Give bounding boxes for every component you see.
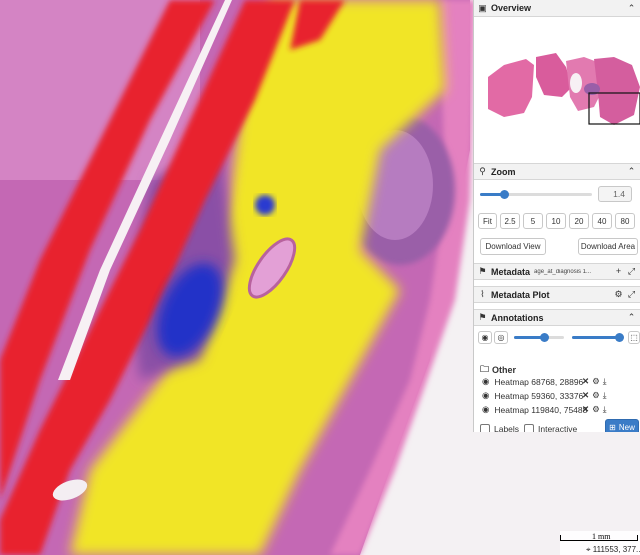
opacity-slider-1[interactable] bbox=[514, 333, 564, 342]
annotation-label: Heatmap 68768, 28896 bbox=[494, 376, 584, 387]
annotation-label: Heatmap 119840, 75488 bbox=[494, 404, 588, 415]
opacity-slider-2[interactable] bbox=[572, 333, 624, 342]
annotation-item[interactable]: ◉ Heatmap 68768, 28896 ✕ ⚙ ⤓ bbox=[482, 376, 607, 387]
interactive-checkbox[interactable] bbox=[524, 424, 534, 432]
side-panel: ▣ Overview ⌃ ⚲ Zoom ⌃ 1.4 Fit 2.5 5 10 20 40 8… bbox=[473, 0, 640, 432]
expand-icon[interactable]: ⤢ bbox=[627, 290, 636, 299]
download-icon[interactable]: ⤓ bbox=[603, 390, 607, 401]
metadata-header[interactable]: ⚑ Metadata age_at_diagnosis 1... + ⤢ bbox=[474, 263, 640, 280]
annotation-item[interactable]: ◉ Heatmap 119840, 75488 ✕ ⚙ ⤓ bbox=[482, 404, 607, 415]
scale-bar: 1 mm ⌖ 111553, 377... bbox=[560, 531, 640, 555]
metadata-plot-header[interactable]: ⌇ Metadata Plot ⚙ ⤢ bbox=[474, 286, 640, 303]
zoom-preset-button[interactable]: Fit bbox=[478, 213, 497, 229]
zoom-slider-handle[interactable] bbox=[500, 190, 510, 199]
zoom-slider[interactable] bbox=[480, 190, 592, 199]
overview-header[interactable]: ▣ Overview ⌃ bbox=[474, 0, 640, 17]
eye-icon[interactable]: ◉ bbox=[482, 390, 489, 401]
annotation-label: Heatmap 59360, 33376 bbox=[494, 390, 584, 401]
labels-checkbox[interactable] bbox=[480, 424, 490, 432]
gear-icon[interactable]: ⚙ bbox=[614, 290, 623, 299]
overview-title: Overview bbox=[491, 3, 532, 13]
annotations-body: ◉ ◎ ⬚ 🗀 Other ◉ Heatmap 68768, 28896 ✕ ⚙ ⤓ ◉ H… bbox=[474, 326, 640, 432]
caret-up-icon[interactable]: ⌃ bbox=[627, 167, 636, 176]
eye-toggle-button[interactable]: ◉ bbox=[478, 331, 492, 344]
download-area-button[interactable]: Download Area bbox=[578, 238, 638, 255]
annotation-group-name: Other bbox=[492, 365, 517, 375]
gear-icon[interactable]: ⚙ bbox=[592, 404, 600, 415]
coords-text: 111553, 377... bbox=[592, 545, 640, 554]
interactive-checkbox-label: Interactive bbox=[538, 424, 578, 432]
zoom-header[interactable]: ⚲ Zoom ⌃ bbox=[474, 163, 640, 180]
new-button-label: New bbox=[618, 423, 635, 432]
coordinates-readout: ⌖ 111553, 377... bbox=[586, 545, 640, 555]
gear-icon[interactable]: ⚙ bbox=[592, 390, 600, 401]
gear-icon[interactable]: ⚙ bbox=[592, 376, 600, 387]
search-icon: ⚲ bbox=[479, 166, 486, 176]
eye-icon: ◉ bbox=[481, 333, 489, 342]
eye-icon[interactable]: ◉ bbox=[482, 376, 489, 387]
expand-icon[interactable]: ⤢ bbox=[627, 267, 636, 276]
caret-up-icon[interactable]: ⌃ bbox=[627, 313, 636, 322]
download-view-button[interactable]: Download View bbox=[480, 238, 546, 255]
metadata-plot-title: Metadata Plot bbox=[491, 289, 550, 300]
pin-icon: ⌖ bbox=[586, 545, 591, 554]
caret-up-icon[interactable]: ⌃ bbox=[627, 3, 636, 13]
opacity-slider-2-handle[interactable] bbox=[615, 333, 624, 342]
zoom-preset-button[interactable]: 20 bbox=[569, 213, 589, 229]
eye-slash-toggle-button[interactable]: ◎ bbox=[494, 331, 508, 344]
close-icon[interactable]: ✕ bbox=[582, 376, 589, 387]
metadata-field-select[interactable]: age_at_diagnosis 1... bbox=[534, 269, 591, 275]
chart-icon: ⌇ bbox=[480, 289, 485, 299]
download-icon[interactable]: ⤓ bbox=[603, 376, 607, 387]
select-region-button[interactable]: ⬚ bbox=[628, 331, 640, 344]
zoom-title: Zoom bbox=[491, 166, 516, 177]
zoom-preset-button[interactable]: 5 bbox=[523, 213, 543, 229]
download-icon[interactable]: ⤓ bbox=[603, 404, 607, 415]
zoom-preset-button[interactable]: 10 bbox=[546, 213, 566, 229]
metadata-title: Metadata bbox=[491, 266, 531, 277]
zoom-preset-button[interactable]: 2.5 bbox=[500, 213, 520, 229]
new-annotation-button[interactable]: ⊞ New bbox=[605, 419, 639, 432]
overview-image bbox=[488, 53, 640, 125]
tag-icon: ⚑ bbox=[478, 266, 487, 276]
tag-icon: ⚑ bbox=[478, 312, 487, 322]
opacity-slider-1-handle[interactable] bbox=[539, 333, 549, 342]
interactive-option[interactable]: Interactive bbox=[524, 424, 577, 432]
annotations-title: Annotations bbox=[491, 312, 544, 323]
close-icon[interactable]: ✕ bbox=[582, 390, 589, 401]
zoom-value-input[interactable]: 1.4 bbox=[598, 186, 632, 202]
image-icon: ▣ bbox=[478, 2, 487, 13]
labels-option[interactable]: Labels bbox=[480, 424, 519, 432]
opacity-slider-2-fill bbox=[572, 336, 620, 339]
scale-label: 1 mm bbox=[592, 532, 611, 541]
eye-icon: ◎ bbox=[497, 333, 505, 342]
zoom-preset-button[interactable]: 40 bbox=[592, 213, 612, 229]
plus-icon[interactable]: + bbox=[614, 267, 623, 276]
zoom-presets: Fit 2.5 5 10 20 40 80 bbox=[478, 213, 635, 229]
annotations-header[interactable]: ⚑ Annotations ⌃ bbox=[474, 309, 640, 326]
plus-icon: ⊞ bbox=[609, 423, 616, 432]
zoom-preset-button[interactable]: 80 bbox=[615, 213, 635, 229]
labels-checkbox-label: Labels bbox=[494, 424, 520, 432]
overview-thumbnail[interactable] bbox=[474, 17, 640, 163]
annotation-item[interactable]: ◉ Heatmap 59360, 33376 ✕ ⚙ ⤓ bbox=[482, 390, 607, 401]
zoom-body: 1.4 Fit 2.5 5 10 20 40 80 Download View Downlo… bbox=[474, 180, 640, 263]
close-icon[interactable]: ✕ bbox=[582, 404, 589, 415]
eye-icon[interactable]: ◉ bbox=[482, 404, 489, 415]
